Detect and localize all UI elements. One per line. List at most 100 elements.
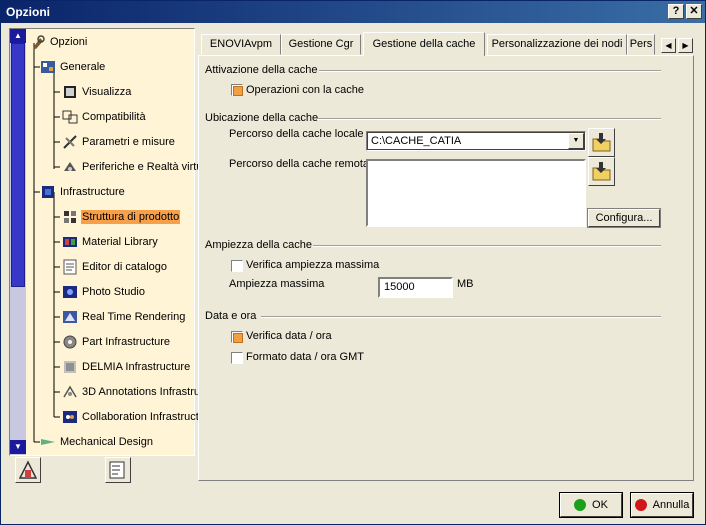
verify-date-label: Verifica data / ora — [246, 330, 332, 342]
scroll-down-button[interactable]: ▼ — [10, 440, 26, 454]
collaboration-icon — [62, 409, 78, 425]
ok-indicator-icon — [574, 499, 587, 511]
folder-icon — [592, 133, 611, 152]
cache-location-title: Ubicazione della cache — [205, 112, 319, 124]
options-root-icon — [30, 34, 46, 50]
catalog-editor-icon — [62, 259, 78, 275]
group-divider — [317, 118, 661, 120]
tree-item-real-time-rendering[interactable]: Real Time Rendering — [62, 307, 186, 327]
tree-item-photo-studio[interactable]: Photo Studio — [62, 282, 146, 302]
tab-personalizzazione-nodi[interactable]: Personalizzazione dei nodi — [487, 34, 627, 55]
tree-item-editor-catalogo[interactable]: Editor di catalogo — [62, 257, 168, 277]
chevron-down-icon[interactable]: ▼ — [568, 133, 584, 149]
tree-item-label: DELMIA Infrastructure — [82, 361, 191, 373]
tab-enoviavpm[interactable]: ENOVIAvpm — [201, 34, 281, 55]
configure-button[interactable]: Configura... — [587, 208, 661, 228]
size-unit-label: MB — [457, 278, 474, 290]
local-path-label: Percorso della cache locale — [229, 128, 364, 140]
local-path-combo[interactable]: C:\CACHE_CATIA ▼ — [366, 131, 586, 151]
material-library-icon — [62, 234, 78, 250]
tree-item-periferiche[interactable]: Periferiche e Realtà virtu — [62, 157, 203, 177]
tree-item-label: Generale — [60, 61, 106, 73]
tab-pers[interactable]: Pers — [627, 34, 655, 55]
tab-gestione-cgr[interactable]: Gestione Cgr — [281, 34, 361, 55]
parameters-icon — [62, 134, 78, 150]
tree-item-label: Mechanical Design — [60, 436, 153, 448]
tree-item-label: Real Time Rendering — [82, 311, 186, 323]
cache-operations-label: Operazioni con la cache — [246, 84, 365, 96]
tree-scrollbar[interactable]: ▲ ▼ — [10, 29, 26, 455]
devices-icon — [62, 159, 78, 175]
compatibility-icon — [62, 109, 78, 125]
remote-path-field[interactable] — [366, 159, 586, 227]
remote-path-browse-button[interactable] — [588, 157, 615, 186]
verify-max-size-label: Verifica ampiezza massima — [246, 259, 380, 271]
scroll-up-button[interactable]: ▲ — [10, 29, 26, 43]
local-path-browse-button[interactable] — [588, 128, 615, 157]
verify-date-checkbox[interactable] — [231, 331, 243, 343]
tree-item-3d-annotations[interactable]: 3D Annotations Infrastru — [62, 382, 201, 402]
tree-item-generale[interactable]: Generale — [40, 57, 106, 77]
title-bar[interactable]: Opzioni ? ✕ — [1, 1, 705, 23]
tab-scroll-right-button[interactable]: ▶ — [678, 38, 693, 53]
scroll-thumb[interactable] — [11, 43, 25, 287]
tree-item-struttura[interactable]: Struttura di prodotto — [62, 207, 181, 227]
options-tree: ▲ ▼ Opzioni Generale Visualizza Compatib… — [9, 28, 205, 456]
tree-item-collaboration[interactable]: Collaboration Infrastructu — [62, 407, 206, 427]
tab-gestione-cache[interactable]: Gestione della cache — [363, 32, 485, 56]
options-home-button[interactable] — [15, 457, 41, 483]
max-size-input[interactable]: 15000 — [378, 277, 453, 298]
infrastructure-icon — [40, 184, 56, 200]
tree-item-label: Infrastructure — [60, 186, 125, 198]
group-divider — [319, 70, 661, 72]
tree-item-part-infrastructure[interactable]: Part Infrastructure — [62, 332, 171, 352]
tree-item-label: Opzioni — [50, 36, 88, 48]
date-time-title: Data e ora — [205, 310, 257, 322]
display-icon — [62, 84, 78, 100]
gear-icon — [62, 334, 78, 350]
group-divider — [261, 316, 661, 318]
gmt-format-checkbox[interactable] — [231, 352, 243, 364]
annotations-icon — [62, 384, 78, 400]
verify-max-size-checkbox[interactable] — [231, 260, 243, 272]
ok-label: OK — [592, 499, 608, 511]
ok-button[interactable]: OK — [559, 492, 623, 518]
tree-item-label: Material Library — [82, 236, 158, 248]
tree-item-label: Struttura di prodotto — [81, 210, 181, 224]
remote-path-label: Percorso della cache remota — [229, 158, 370, 170]
cancel-label: Annulla — [652, 499, 690, 511]
tree-item-delmia-infrastructure[interactable]: DELMIA Infrastructure — [62, 357, 191, 377]
tree-item-parametri[interactable]: Parametri e misure — [62, 132, 176, 152]
cancel-indicator-icon — [634, 499, 647, 511]
tree-item-compatibilita[interactable]: Compatibilità — [62, 107, 147, 127]
product-structure-icon — [62, 209, 78, 225]
tree-item-material-library[interactable]: Material Library — [62, 232, 159, 252]
folder-icon — [592, 162, 611, 181]
cache-operations-checkbox[interactable] — [231, 84, 243, 96]
tree-item-infrastructure[interactable]: Infrastructure — [40, 182, 126, 202]
rendering-icon — [62, 309, 78, 325]
mechanical-design-icon — [40, 434, 56, 450]
tree-item-mechanical-design[interactable]: Mechanical Design — [40, 432, 154, 452]
tree-item-label: Collaboration Infrastructu — [82, 411, 205, 423]
delmia-icon — [62, 359, 78, 375]
close-button[interactable]: ✕ — [686, 4, 702, 19]
tree-view-icon — [109, 461, 125, 479]
help-button[interactable]: ? — [668, 4, 684, 19]
general-icon — [40, 59, 56, 75]
options-tree-view-button[interactable] — [105, 457, 131, 483]
home-icon — [18, 460, 38, 479]
tree-item-visualizza[interactable]: Visualizza — [62, 82, 132, 102]
tab-scroll-left-button[interactable]: ◀ — [661, 38, 676, 53]
tree-item-label: Visualizza — [82, 86, 132, 98]
tree-item-label: Editor di catalogo — [82, 261, 167, 273]
tree-item-label: Photo Studio — [82, 286, 145, 298]
cache-size-title: Ampiezza della cache — [205, 239, 313, 251]
cancel-button[interactable]: Annulla — [630, 492, 694, 518]
photo-studio-icon — [62, 284, 78, 300]
tree-item-opzioni[interactable]: Opzioni — [30, 32, 88, 52]
tree-item-label: Periferiche e Realtà virtu — [82, 161, 203, 173]
local-path-value: C:\CACHE_CATIA — [371, 135, 462, 147]
options-dialog: Opzioni ? ✕ ▲ ▼ Opzioni Generale Visuali… — [0, 0, 706, 525]
group-divider — [313, 245, 661, 247]
